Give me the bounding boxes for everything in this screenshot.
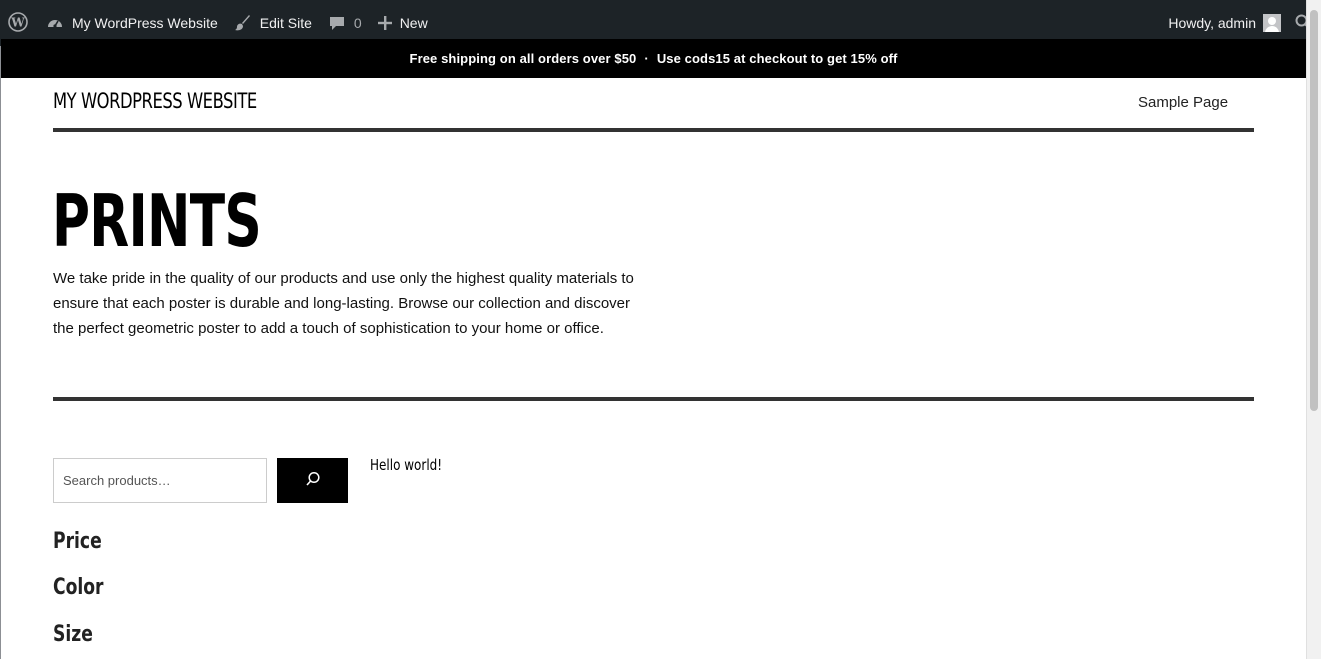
search-submit-button[interactable] — [277, 458, 348, 503]
new-label: New — [399, 15, 428, 31]
search-products-input[interactable] — [53, 458, 267, 503]
site-title[interactable]: MY WORDPRESS WEBSITE — [53, 89, 257, 113]
promo-coupon-text: Use cods15 at checkout to get 15% off — [656, 51, 898, 66]
promo-shipping-text: Free shipping on all orders over $50 — [409, 51, 637, 66]
brush-icon — [234, 14, 252, 32]
edit-site-label: Edit Site — [259, 15, 312, 31]
svg-text:W: W — [10, 15, 25, 29]
wordpress-icon: W — [8, 11, 28, 35]
dashboard-icon — [46, 14, 64, 32]
page-title: PRINTS — [52, 179, 262, 263]
promo-banner: Free shipping on all orders over $50 · U… — [1, 39, 1306, 78]
plus-icon — [377, 16, 392, 30]
page-description: We take pride in the quality of our prod… — [53, 270, 634, 337]
page-scrollbar[interactable] — [1306, 0, 1321, 659]
promo-separator: · — [644, 51, 649, 66]
comments-count: 0 — [353, 15, 362, 31]
header-divider — [53, 128, 1254, 132]
hero-divider — [53, 397, 1254, 401]
page-content — [1, 78, 1306, 659]
nav-sample-page[interactable]: Sample Page — [1138, 94, 1228, 111]
search-icon — [305, 471, 321, 490]
avatar — [1263, 14, 1281, 32]
filter-size-heading[interactable]: Size — [53, 622, 93, 647]
howdy-label: Howdy, admin — [1168, 15, 1256, 31]
filter-price-heading[interactable]: Price — [53, 529, 102, 554]
post-link-hello-world[interactable]: Hello world! — [370, 456, 442, 474]
scrollbar-thumb[interactable] — [1310, 10, 1318, 411]
site-name-label: My WordPress Website — [72, 15, 218, 31]
comment-icon — [328, 14, 346, 32]
filter-color-heading[interactable]: Color — [53, 575, 104, 600]
